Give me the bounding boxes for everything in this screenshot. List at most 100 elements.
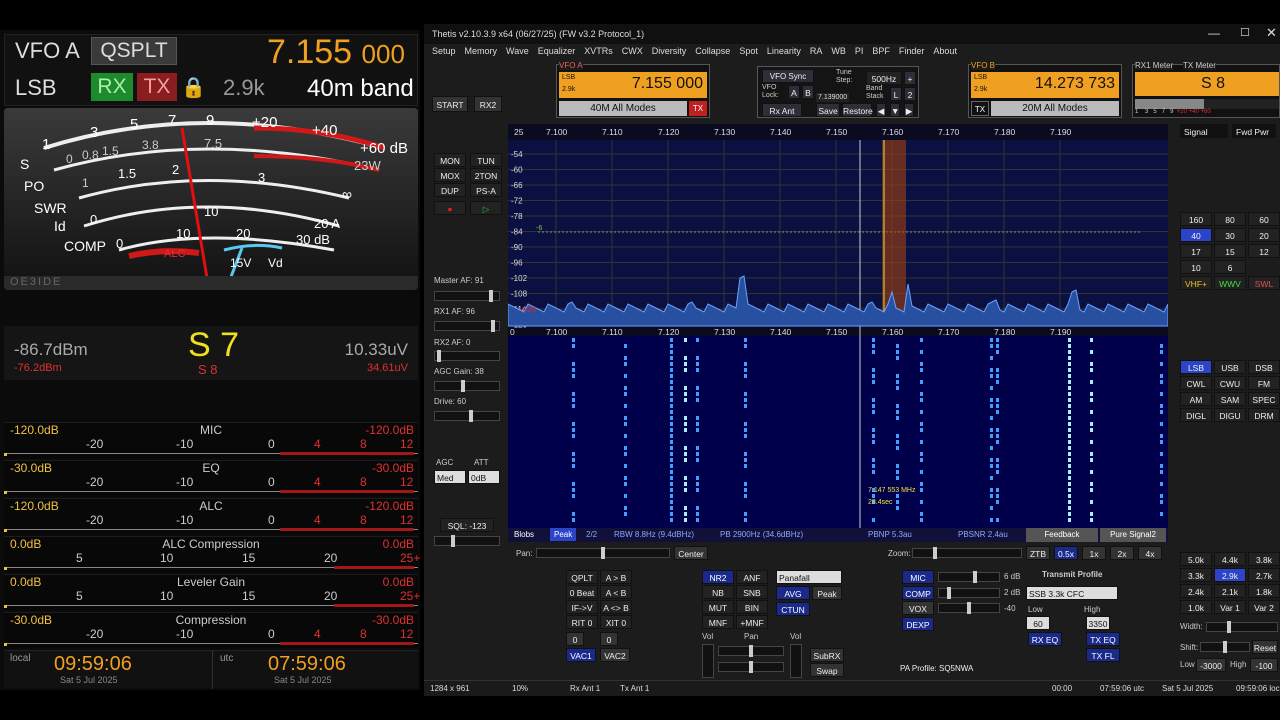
swap-button[interactable]: Swap	[810, 663, 844, 677]
band-160[interactable]: 160	[1180, 212, 1212, 226]
menu-diversity[interactable]: Diversity	[652, 46, 687, 56]
menu-ra[interactable]: RA	[810, 46, 823, 56]
pan-slider[interactable]	[536, 547, 670, 559]
agc-select[interactable]: Med	[434, 470, 466, 484]
filter-24k[interactable]: 2.4k	[1180, 584, 1212, 598]
menu-bpf[interactable]: BPF	[872, 46, 890, 56]
sql-button[interactable]: SQL: -123	[440, 518, 494, 532]
vox-slider[interactable]	[938, 602, 1000, 614]
puresignal-button[interactable]: Pure Signal2	[1100, 528, 1166, 542]
tune-step-value[interactable]: 500Hz	[866, 71, 902, 85]
2ton-button[interactable]: 2TON	[470, 168, 502, 182]
vfoa-tx-button[interactable]: TX	[689, 101, 707, 116]
subrx-button[interactable]: SubRX	[810, 648, 844, 662]
record-icon[interactable]: ●	[434, 201, 466, 215]
restore-button[interactable]: Restore	[842, 103, 873, 117]
blobs-button[interactable]: Blobs	[514, 530, 534, 539]
vfoa-band-button[interactable]: 40M All Modes	[559, 101, 687, 116]
sql-slider[interactable]	[434, 535, 500, 547]
ps-a-button[interactable]: PS-A	[470, 183, 502, 197]
tx-eq-button[interactable]: TX EQ	[1086, 632, 1120, 646]
start-button[interactable]: START	[432, 96, 468, 112]
band-15[interactable]: 15	[1214, 244, 1246, 258]
vfoa-freq-box[interactable]: LSB 2.9k 7.155 000	[559, 72, 707, 98]
filter-50k[interactable]: 5.0k	[1180, 552, 1212, 566]
zoom-4x[interactable]: 4x	[1138, 546, 1162, 560]
menu-wb[interactable]: WB	[831, 46, 846, 56]
mode-cwu[interactable]: CWU	[1214, 376, 1246, 390]
menu-xvtrs[interactable]: XVTRs	[584, 46, 613, 56]
peak-button[interactable]: Peak	[550, 528, 577, 541]
peak-hold-button[interactable]: Peak	[812, 586, 842, 600]
zoom-slider[interactable]	[912, 547, 1022, 559]
down-arrow-icon[interactable]: ▼	[890, 103, 900, 117]
vol-slider[interactable]	[702, 644, 714, 678]
menu-collapse[interactable]: Collapse	[695, 46, 730, 56]
band-6[interactable]: 6	[1214, 260, 1246, 274]
freq-ctrl-button[interactable]: A < B	[600, 585, 632, 599]
avg-button[interactable]: AVG	[776, 586, 810, 600]
freq-ctrl-button[interactable]: XIT 0	[600, 615, 632, 629]
mode-digl[interactable]: DIGL	[1180, 408, 1212, 422]
close-icon[interactable]: ✕	[1266, 25, 1277, 41]
subrx-pan-slider-2[interactable]	[718, 661, 784, 673]
zoom-1x[interactable]: 1x	[1082, 546, 1106, 560]
dexp-button[interactable]: DEXP	[902, 617, 934, 631]
mode-lsb[interactable]: LSB	[1180, 360, 1212, 374]
rx-eq-button[interactable]: RX EQ	[1028, 632, 1062, 646]
vac1-button[interactable]: VAC1	[566, 648, 596, 662]
lock-b-button[interactable]: B	[802, 85, 814, 99]
mode-cwl[interactable]: CWL	[1180, 376, 1212, 390]
menu-equalizer[interactable]: Equalizer	[538, 46, 576, 56]
band-20[interactable]: 20	[1248, 228, 1280, 242]
filter-29k[interactable]: 2.9k	[1214, 568, 1246, 582]
dsp-nb[interactable]: NB	[702, 585, 734, 599]
menu-setup[interactable]: Setup	[432, 46, 456, 56]
tun-button[interactable]: TUN	[470, 153, 502, 167]
ctun-button[interactable]: CTUN	[776, 602, 810, 616]
meter-select[interactable]: Signal	[1180, 124, 1228, 138]
dsp-mnf[interactable]: +MNF	[736, 615, 768, 629]
agc-gain-slider[interactable]	[434, 380, 500, 392]
menu-spot[interactable]: Spot	[739, 46, 758, 56]
band-80[interactable]: 80	[1214, 212, 1246, 226]
filter-var1[interactable]: Var 1	[1214, 600, 1246, 614]
rx-ant-button[interactable]: Rx Ant	[762, 103, 802, 117]
menu-memory[interactable]: Memory	[465, 46, 498, 56]
band-60[interactable]: 60	[1248, 212, 1280, 226]
tx-high-field[interactable]: 3350	[1086, 616, 1110, 630]
rx2-button[interactable]: RX2	[474, 96, 502, 112]
menu-linearity[interactable]: Linearity	[767, 46, 801, 56]
filter-var2[interactable]: Var 2	[1248, 600, 1280, 614]
feedback-button[interactable]: Feedback	[1026, 528, 1098, 542]
tx-profile-select[interactable]: SSB 3.3k CFC	[1026, 586, 1118, 600]
dup-button[interactable]: DUP	[434, 183, 466, 197]
mox-button[interactable]: MOX	[434, 168, 466, 182]
band-vhf[interactable]: VHF+	[1180, 276, 1212, 290]
drive-slider[interactable]	[434, 410, 500, 422]
width-slider[interactable]	[1206, 621, 1278, 633]
band-swl[interactable]: SWL	[1248, 276, 1280, 290]
comp-slider[interactable]	[938, 587, 1000, 599]
master-af-slider[interactable]	[434, 290, 500, 302]
panadapter[interactable]: 7.100 7.100 7.110 7.110 7.120 7.120 7.130 7.130…	[507, 124, 1169, 528]
freq-ctrl-button[interactable]: A <> B	[600, 600, 632, 614]
menu-finder[interactable]: Finder	[899, 46, 925, 56]
ztb-button[interactable]: ZTB	[1026, 546, 1050, 560]
rx1-af-slider[interactable]	[434, 320, 500, 332]
next-arrow-icon[interactable]: ▶	[904, 103, 914, 117]
shift-slider[interactable]	[1200, 641, 1250, 653]
filter-38k[interactable]: 3.8k	[1248, 552, 1280, 566]
low-field[interactable]: -3000	[1196, 658, 1226, 672]
mic-button[interactable]: MIC	[902, 570, 934, 584]
reset-button[interactable]: Reset	[1252, 640, 1278, 654]
center-button[interactable]: Center	[674, 546, 708, 560]
high-field[interactable]: -100	[1250, 658, 1278, 672]
band-stack-l[interactable]: L	[890, 87, 902, 101]
display-mode-select[interactable]: Panafall	[776, 570, 842, 584]
tx-meter-select[interactable]: Fwd Pwr	[1232, 124, 1276, 138]
lock-a-button[interactable]: A	[788, 85, 800, 99]
mode-spec[interactable]: SPEC	[1248, 392, 1280, 406]
filter-21k[interactable]: 2.1k	[1214, 584, 1246, 598]
filter-33k[interactable]: 3.3k	[1180, 568, 1212, 582]
